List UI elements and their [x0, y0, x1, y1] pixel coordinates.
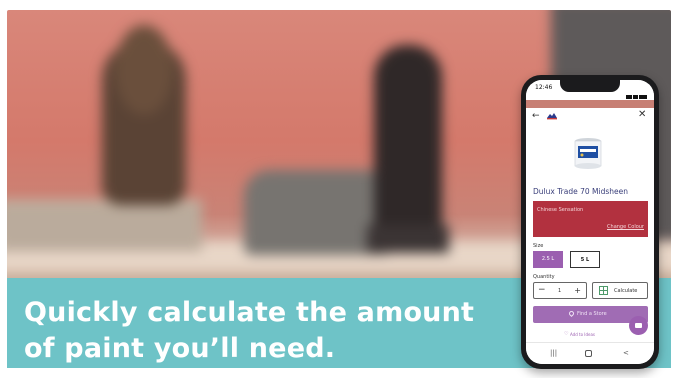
colour-name: Chinese Sensation — [537, 207, 584, 213]
phone-mockup: 12:46 ← ✕ Dulux Trade 70 Midsheen Chines… — [521, 75, 659, 369]
photo-dark-bust-base — [367, 225, 449, 253]
paint-tin-image — [574, 138, 602, 169]
promo-strip — [526, 100, 654, 108]
status-icons — [625, 86, 647, 99]
add-to-ideas-link[interactable]: Add to Ideas — [570, 332, 595, 337]
selected-colour-swatch: Chinese Sensation Change Colour — [533, 201, 648, 237]
nav-home-icon[interactable] — [585, 350, 592, 357]
wifi-icon — [633, 94, 638, 99]
heart-icon: ♡ — [564, 331, 569, 337]
caption-line-2: of paint you’ll need. — [24, 333, 336, 364]
nav-recents-icon[interactable]: ||| — [550, 349, 557, 357]
status-time: 12:46 — [535, 84, 553, 91]
nav-back-icon[interactable]: < — [623, 349, 629, 357]
battery-icon — [639, 94, 647, 99]
photo-dark-bust — [374, 45, 442, 250]
product-title: Dulux Trade 70 Midsheen — [533, 187, 628, 196]
location-pin-icon — [567, 309, 576, 318]
app-bar: ← ✕ — [526, 108, 654, 124]
increment-button[interactable]: + — [574, 285, 581, 296]
back-arrow-icon[interactable]: ← — [532, 111, 542, 121]
calculate-button[interactable]: Calculate — [592, 282, 648, 299]
brand-logo — [547, 113, 557, 120]
photo-books — [7, 200, 202, 250]
quantity-value[interactable]: 1 — [558, 288, 561, 294]
quantity-label: Quantity — [533, 274, 555, 280]
find-store-label: Find a Store — [577, 311, 607, 317]
quantity-stepper: − 1 + — [533, 282, 587, 299]
size-option-2-5l[interactable]: 2.5 L — [533, 251, 563, 268]
phone-notch — [560, 80, 620, 92]
basket-icon — [635, 323, 642, 328]
caption-line-1: Quickly calculate the amount — [24, 297, 475, 328]
decrement-button[interactable]: − — [538, 285, 546, 296]
photo-wooden-bust-head — [115, 25, 173, 115]
caption-text: Quickly calculate the amount of paint yo… — [24, 295, 494, 367]
close-icon[interactable]: ✕ — [638, 110, 648, 120]
phone-screen: 12:46 ← ✕ Dulux Trade 70 Midsheen Chines… — [526, 80, 654, 364]
size-option-5l[interactable]: 5 L — [570, 251, 600, 268]
signal-icon — [626, 94, 632, 99]
basket-button[interactable] — [629, 316, 648, 335]
android-nav-bar: ||| < — [526, 342, 654, 364]
calculate-label: Calculate — [614, 288, 638, 294]
change-colour-link[interactable]: Change Colour — [607, 224, 644, 230]
promo-banner: Quickly calculate the amount of paint yo… — [0, 0, 678, 378]
size-label: Size — [533, 243, 544, 249]
calculator-icon — [599, 286, 608, 295]
